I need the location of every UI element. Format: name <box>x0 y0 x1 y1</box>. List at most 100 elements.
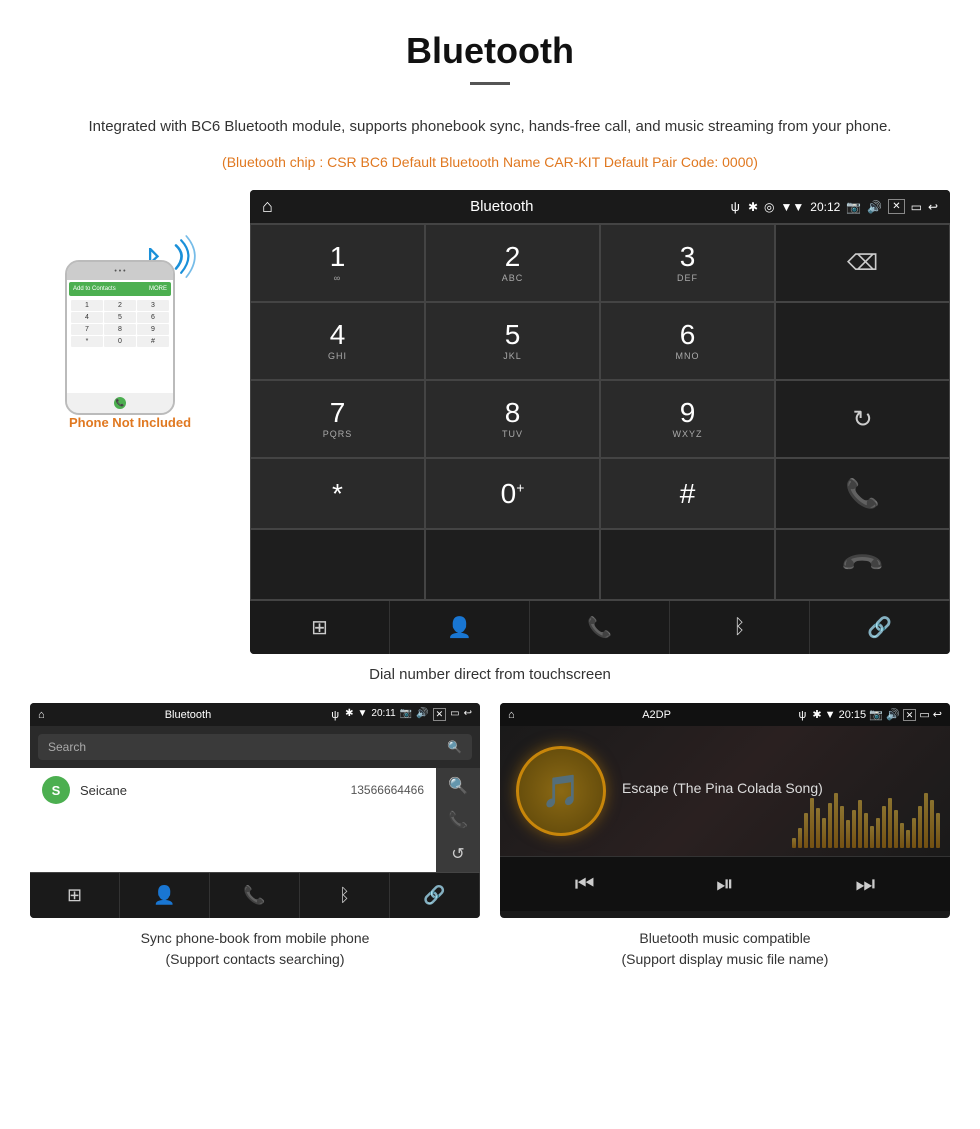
pb-time: 20:11 <box>371 708 395 721</box>
contact-avatar: S <box>42 776 70 804</box>
key-7: 7 <box>71 324 103 335</box>
nav-phone-icon[interactable]: 📞 <box>530 601 670 654</box>
dial-key-empty-2 <box>250 529 425 600</box>
dial-key-3[interactable]: 3 DEF <box>600 224 775 302</box>
visualizer-bar <box>888 798 892 848</box>
home-icon[interactable]: ⌂ <box>262 196 273 217</box>
pb-nav-phone[interactable]: 📞 <box>210 873 300 918</box>
lower-screens: ⌂ Bluetooth ψ ✱ ▼ 20:11 📷 🔊 ✕ ▭ ↩ Search <box>0 703 980 990</box>
phone-dialpad-mini: 1 2 3 4 5 6 7 8 9 * 0 # <box>69 298 171 349</box>
key-1: 1 <box>71 300 103 311</box>
nav-grid-icon[interactable]: ⊞ <box>250 601 390 654</box>
contact-name: Seicane <box>80 783 341 798</box>
next-track-button[interactable]: ⏭ <box>855 871 875 897</box>
pb-refresh-side-icon[interactable]: ↺ <box>451 844 464 864</box>
pb-bt-icon: ✱ <box>345 708 353 721</box>
dial-key-2[interactable]: 2 ABC <box>425 224 600 302</box>
pb-search-row: Search 🔍 <box>30 726 480 768</box>
dial-key-6[interactable]: 6 MNO <box>600 302 775 380</box>
status-icons: ✱ ◎ ▼▼ 20:12 📷 🔊 ✕ ▭ ↩ <box>748 199 938 214</box>
dial-key-7[interactable]: 7 PQRS <box>250 380 425 458</box>
pb-signal-icon: ▼ <box>358 708 368 721</box>
pb-call-side-icon[interactable]: 📞 <box>448 810 468 830</box>
ms-signal-icon: ▼ <box>825 709 836 721</box>
pb-title: Bluetooth <box>51 709 326 721</box>
pb-right-icons: 🔍 📞 ↺ <box>436 768 480 872</box>
nav-bt-icon[interactable]: ᛒ <box>670 601 810 654</box>
music-controls: ⏮ ⏯ ⏭ <box>500 856 950 911</box>
dial-key-4[interactable]: 4 GHI <box>250 302 425 380</box>
usb-icon: ψ <box>731 199 740 214</box>
pb-status-icons: ✱ ▼ 20:11 📷 🔊 ✕ ▭ ↩ <box>345 708 472 721</box>
visualizer-bar <box>828 803 832 848</box>
pb-nav-grid[interactable]: ⊞ <box>30 873 120 918</box>
play-pause-button[interactable]: ⏯ <box>716 871 734 897</box>
dial-key-star[interactable]: * <box>250 458 425 529</box>
dial-key-call-green[interactable]: 📞 <box>775 458 950 529</box>
visualizer-bar <box>846 820 850 848</box>
header-divider <box>470 82 510 85</box>
dialpad-grid: 1 ∞ 2 ABC 3 DEF ⌫ 4 GHI 5 JKL <box>250 223 950 600</box>
x-box-icon: ✕ <box>888 199 904 214</box>
ms-x-icon: ✕ <box>903 709 917 721</box>
more-label: MORE <box>149 286 167 292</box>
visualizer-bar <box>834 793 838 848</box>
ms-home-icon[interactable]: ⌂ <box>508 709 515 721</box>
dial-bottom-nav: ⊞ 👤 📞 ᛒ 🔗 <box>250 600 950 654</box>
phone-screen: Add to Contacts MORE 1 2 3 4 5 6 7 8 9 * <box>67 280 173 393</box>
dial-key-hash[interactable]: # <box>600 458 775 529</box>
window-icon: ▭ <box>911 200 922 214</box>
pb-search-placeholder: Search <box>48 740 86 754</box>
key-5: 5 <box>104 312 136 323</box>
ms-content: 🎵 Escape (The Pina Colada Song) <box>500 726 950 856</box>
hangup-icon: 📞 <box>839 541 887 589</box>
pb-search-side-icon[interactable]: 🔍 <box>448 776 468 796</box>
key-3: 3 <box>137 300 169 311</box>
pb-nav-bt[interactable]: ᛒ <box>300 873 390 918</box>
pb-camera-icon: 📷 <box>400 708 412 721</box>
dial-key-9[interactable]: 9 WXYZ <box>600 380 775 458</box>
pb-home-icon[interactable]: ⌂ <box>38 709 45 721</box>
key-9: 9 <box>137 324 169 335</box>
nav-contacts-icon[interactable]: 👤 <box>390 601 530 654</box>
nav-link-icon[interactable]: 🔗 <box>810 601 950 654</box>
dial-screen: ⌂ Bluetooth ψ ✱ ◎ ▼▼ 20:12 📷 🔊 ✕ ▭ ↩ 1 ∞ <box>250 190 950 654</box>
visualizer-bar <box>816 808 820 848</box>
page-description: Integrated with BC6 Bluetooth module, su… <box>0 105 980 149</box>
dial-key-1[interactable]: 1 ∞ <box>250 224 425 302</box>
dial-key-5[interactable]: 5 JKL <box>425 302 600 380</box>
visualizer-bar <box>804 813 808 848</box>
pb-bottom-nav: ⊞ 👤 📞 ᛒ 🔗 <box>30 872 480 918</box>
ms-volume-icon: 🔊 <box>886 709 900 721</box>
contact-row-seicane[interactable]: S Seicane 13566664466 <box>30 768 436 812</box>
page-header: Bluetooth <box>0 0 980 105</box>
dial-key-refresh[interactable]: ↻ <box>775 380 950 458</box>
dial-key-backspace[interactable]: ⌫ <box>775 224 950 302</box>
volume-icon: 🔊 <box>867 200 882 214</box>
ms-status-bar: ⌂ A2DP ψ ✱ ▼ 20:15 📷 🔊 ✕ ▭ ↩ <box>500 703 950 726</box>
contact-number: 13566664466 <box>351 783 424 797</box>
visualizer-bar <box>912 818 916 848</box>
phone-call-btn: 📞 <box>114 397 126 409</box>
key-hash: # <box>137 336 169 347</box>
dial-key-0[interactable]: 0+ <box>425 458 600 529</box>
bt-status-icon: ✱ <box>748 200 758 214</box>
pb-nav-link[interactable]: 🔗 <box>390 873 480 918</box>
dial-key-hangup[interactable]: 📞 <box>775 529 950 600</box>
dial-screen-title: Bluetooth <box>281 198 723 215</box>
prev-track-button[interactable]: ⏮ <box>575 871 595 897</box>
signal-icon: ▼▼ <box>781 200 805 214</box>
add-contacts-label: Add to Contacts <box>73 286 116 292</box>
visualizer-bar <box>924 793 928 848</box>
music-note-icon: 🎵 <box>541 772 581 810</box>
dial-key-8[interactable]: 8 TUV <box>425 380 600 458</box>
visualizer-bar <box>930 800 934 848</box>
ms-title: A2DP <box>521 709 793 721</box>
pb-back-icon[interactable]: ↩ <box>464 708 472 721</box>
pb-search-box[interactable]: Search 🔍 <box>38 734 472 760</box>
phone-top-bar: • • • <box>67 262 173 280</box>
back-icon[interactable]: ↩ <box>928 200 938 214</box>
visualizer-bar <box>792 838 796 848</box>
ms-back-icon[interactable]: ↩ <box>933 709 942 721</box>
pb-nav-contacts[interactable]: 👤 <box>120 873 210 918</box>
